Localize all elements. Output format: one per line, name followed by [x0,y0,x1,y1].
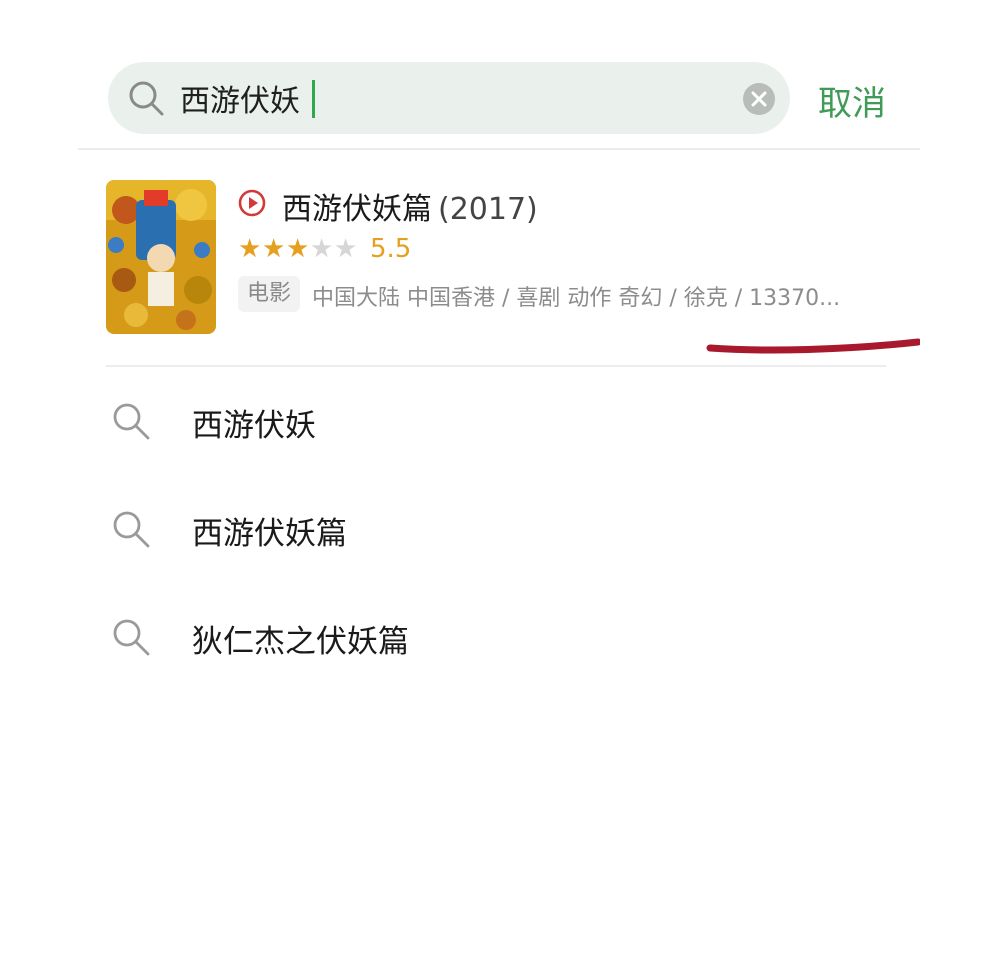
suggestion-item[interactable]: 西游伏妖篇 [110,498,810,558]
divider [78,148,920,150]
star-icon: ★ [310,234,334,264]
suggestion-item[interactable]: 狄仁杰之伏妖篇 [110,606,810,666]
star-icon: ★ [286,234,310,264]
search-icon [113,619,150,656]
play-circle-icon [238,189,266,217]
movie-meta: 中国大陆 中国香港 / 喜剧 动作 奇幻 / 徐克 / 13370... [312,286,841,311]
movie-title-text: 西游伏妖篇 [282,192,432,227]
movie-poster [106,180,216,334]
text-cursor [312,80,315,118]
search-icon [129,81,164,116]
search-icon [113,403,150,440]
suggestion-label: 西游伏妖篇 [192,516,347,552]
star-icon: ★ [334,234,358,264]
suggestion-item[interactable]: 西游伏妖 [110,390,810,450]
clear-icon[interactable] [742,82,776,116]
movie-result-card[interactable]: 西游伏妖篇 (2017) ★ ★ ★ ★ ★ 5.5 电影 中国大陆 中国香港 / 喜剧 … [106,178,906,338]
movie-title: 西游伏妖篇 (2017) [282,184,538,228]
rating-score: 5.5 [370,234,412,264]
suggestion-label: 西游伏妖 [192,408,316,444]
suggestion-label: 狄仁杰之伏妖篇 [192,624,409,660]
cancel-button[interactable]: 取消 [818,76,886,125]
search-box[interactable] [108,62,790,134]
search-icon [113,511,150,548]
star-icon: ★ [238,234,262,264]
rating-stars: ★ ★ ★ ★ ★ [238,236,358,262]
divider [106,365,886,367]
search-input[interactable] [180,76,740,120]
annotation-underline [706,338,920,354]
star-icon: ★ [262,234,286,264]
type-badge: 电影 [238,276,300,312]
movie-year: (2017) [438,192,538,227]
